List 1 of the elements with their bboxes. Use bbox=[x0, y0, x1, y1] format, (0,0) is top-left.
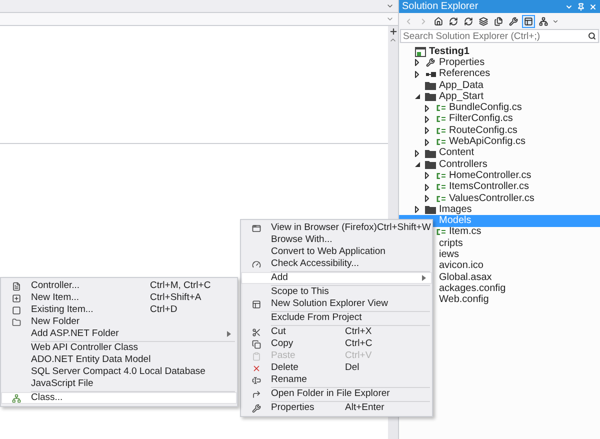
panel-title: Solution Explorer bbox=[402, 2, 480, 12]
